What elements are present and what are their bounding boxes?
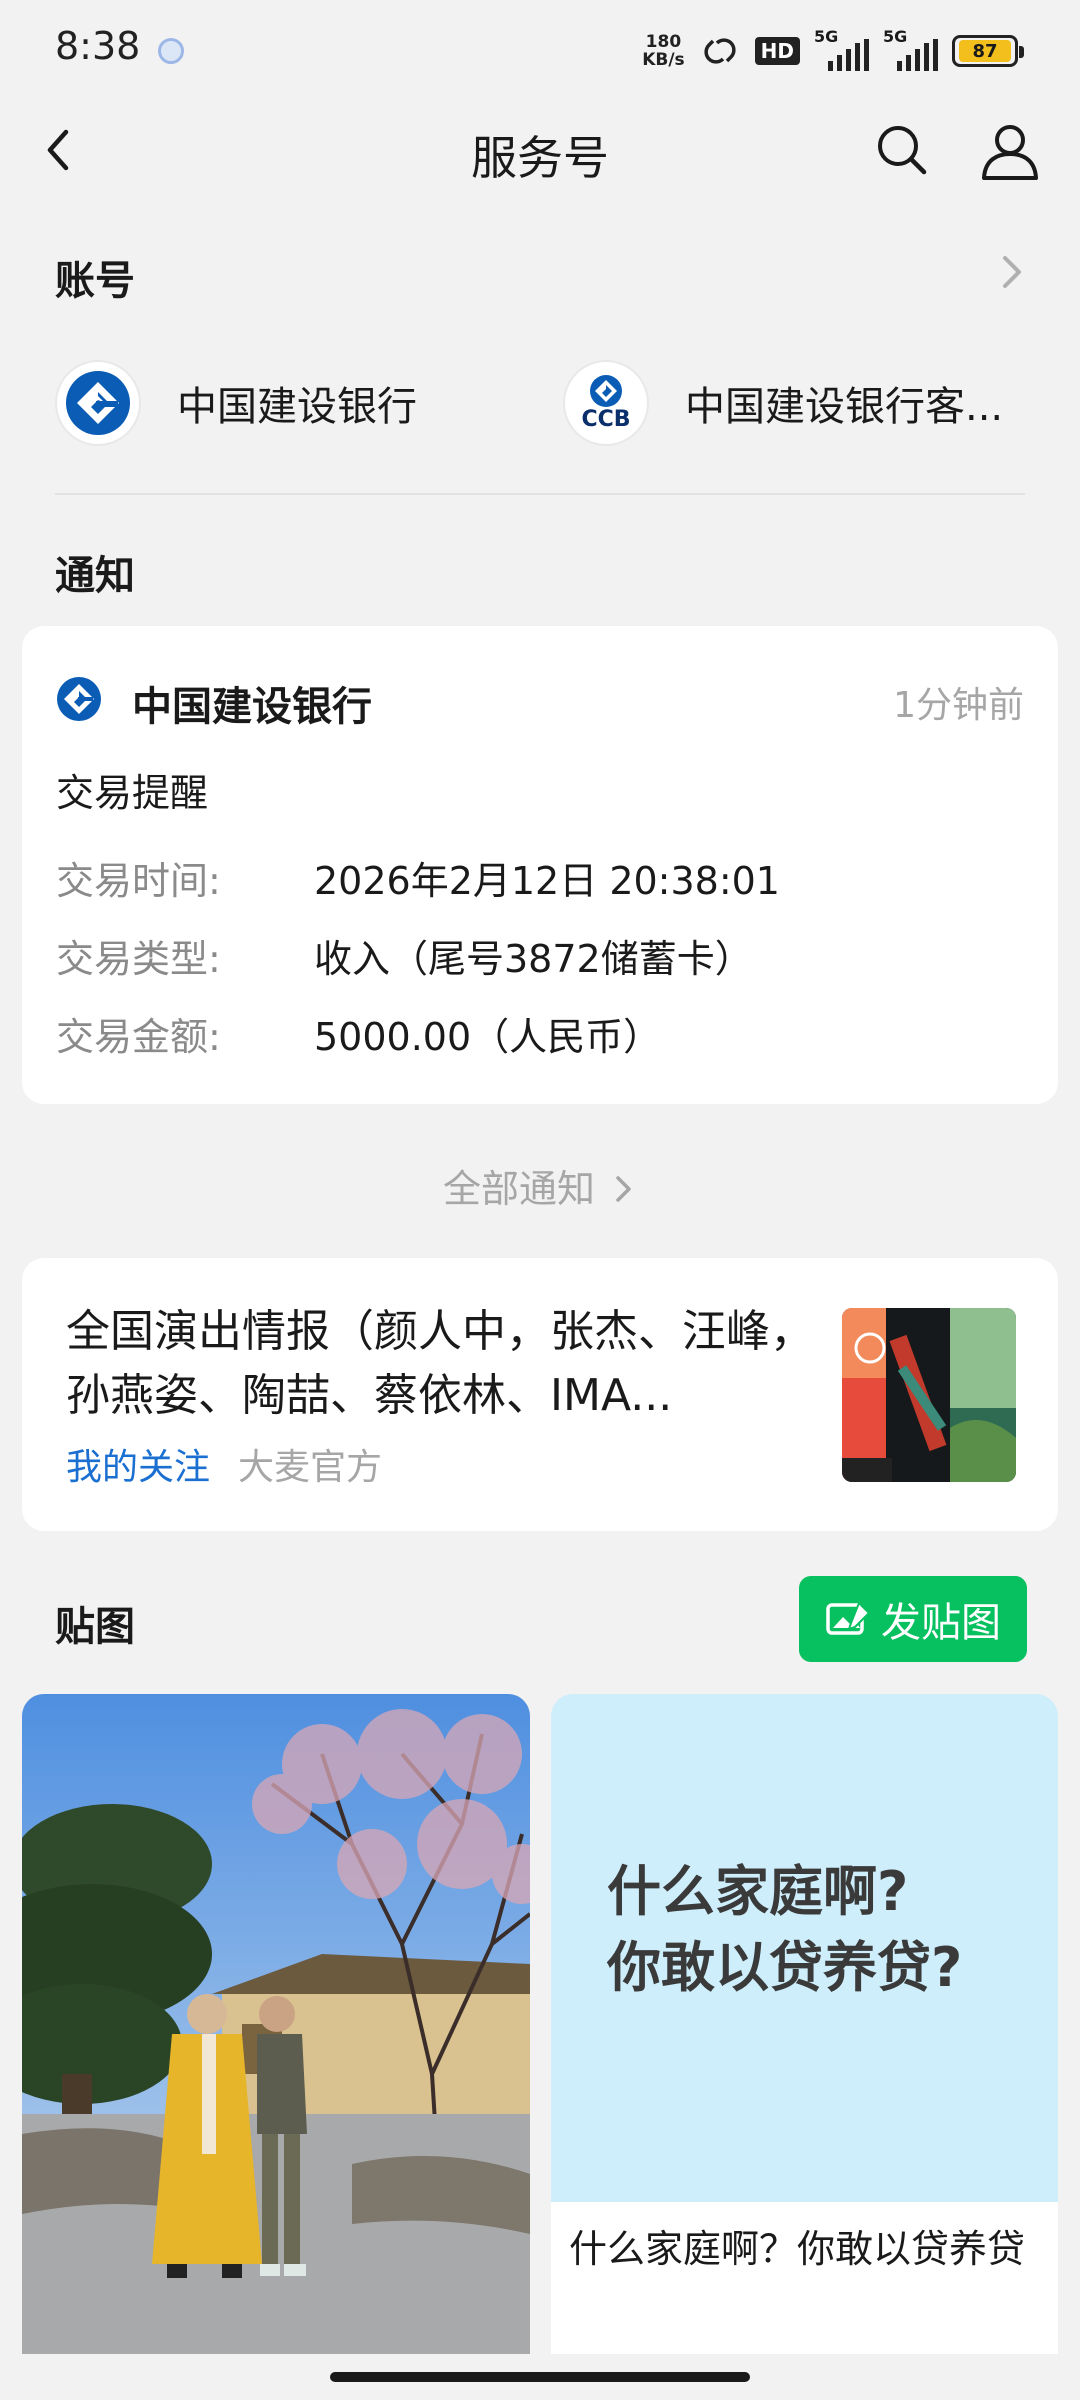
accounts-section-title: 账号 bbox=[55, 258, 135, 304]
post-sticker-button[interactable]: 发贴图 bbox=[799, 1576, 1027, 1662]
status-time: 8:38 bbox=[55, 24, 141, 68]
notification-sender: 中国建设银行 bbox=[132, 684, 372, 730]
status-bar: 8:38 180 KB/s HD 5G 5G 87 bbox=[0, 0, 1080, 100]
signal-type-2: 5G bbox=[883, 27, 908, 46]
chevron-right-icon bbox=[616, 1176, 631, 1202]
post-sticker-label: 发贴图 bbox=[881, 1600, 1001, 1646]
ccb-logo-icon bbox=[590, 375, 622, 407]
signal-type-1: 5G bbox=[814, 27, 839, 46]
network-speed: 180 KB/s bbox=[642, 33, 684, 69]
hd-voice-icon: HD bbox=[754, 37, 800, 65]
signal-icon-1: 5G bbox=[814, 27, 869, 71]
notification-row: 交易金额: 5000.00（人民币） bbox=[56, 1006, 661, 1061]
account-name: 中国建设银行客... bbox=[685, 384, 1004, 430]
all-notifications-link[interactable]: 全部通知 bbox=[0, 1158, 1080, 1213]
article-card[interactable]: 全国演出情报（颜人中，张杰、汪峰，孙燕姿、陶喆、蔡依林、IMA... 我的关注 … bbox=[22, 1258, 1058, 1531]
notification-app-icon bbox=[158, 38, 184, 64]
article-thumbnail-image bbox=[842, 1308, 1016, 1482]
search-icon[interactable] bbox=[870, 118, 934, 182]
account-item-ccb[interactable]: 中国建设银行 bbox=[55, 358, 417, 448]
account-name: 中国建设银行 bbox=[177, 384, 417, 430]
battery-icon: 87 bbox=[952, 35, 1024, 67]
article-thumbnail bbox=[842, 1308, 1016, 1482]
row-label: 交易类型: bbox=[56, 937, 221, 981]
nav-bar: 服务号 bbox=[0, 100, 1080, 200]
all-notifications-label: 全部通知 bbox=[442, 1167, 595, 1211]
ccb-logo-icon bbox=[66, 371, 130, 435]
image-post-icon bbox=[826, 1601, 871, 1635]
notifications-section-title: 通知 bbox=[55, 553, 135, 599]
sticker-photo-image bbox=[22, 1694, 530, 2354]
row-label: 交易金额: bbox=[56, 1015, 221, 1059]
user-icon[interactable] bbox=[975, 118, 1045, 182]
notification-title: 交易提醒 bbox=[56, 771, 209, 815]
sticker-big-text: 什么家庭啊? 你敢以贷养贷? bbox=[607, 1854, 962, 2006]
stickers-section-title: 贴图 bbox=[55, 1604, 135, 1650]
row-value: 2026年2月12日 20:38:01 bbox=[314, 859, 780, 903]
ccb-logo-icon bbox=[57, 677, 101, 721]
battery-level: 87 bbox=[959, 40, 1011, 62]
signal-icon-2: 5G bbox=[883, 27, 938, 71]
notification-card[interactable]: 中国建设银行 1分钟前 交易提醒 交易时间: 2026年2月12日 20:38:… bbox=[22, 626, 1058, 1104]
network-speed-value: 180 bbox=[645, 32, 682, 52]
sticker-caption: 什么家庭啊？你敢以贷养贷 bbox=[569, 2227, 1026, 2271]
row-value: 5000.00（人民币） bbox=[314, 1015, 662, 1059]
sticker-text-card[interactable]: 什么家庭啊? 你敢以贷养贷? 什么家庭啊？你敢以贷养贷 bbox=[551, 1694, 1058, 2354]
notification-row: 交易类型: 收入（尾号3872储蓄卡） bbox=[56, 928, 753, 983]
sticker-photo[interactable] bbox=[22, 1694, 530, 2354]
ccb-logo-text: CCB bbox=[581, 407, 631, 432]
notification-row: 交易时间: 2026年2月12日 20:38:01 bbox=[56, 850, 780, 905]
link-icon bbox=[704, 38, 736, 64]
account-item-ccb-service[interactable]: CCB 中国建设银行客... bbox=[563, 358, 1003, 448]
section-divider bbox=[55, 493, 1025, 495]
sticker-big-line-2: 你敢以贷养贷? bbox=[607, 1936, 963, 1999]
row-label: 交易时间: bbox=[56, 859, 221, 903]
row-value: 收入（尾号3872储蓄卡） bbox=[314, 937, 753, 981]
ccb-service-logo: CCB bbox=[563, 360, 649, 446]
sticker-big-line-1: 什么家庭啊? bbox=[607, 1860, 909, 1923]
tag-following: 我的关注 bbox=[66, 1447, 211, 1488]
home-indicator[interactable] bbox=[330, 2372, 750, 2382]
sticker-text-image: 什么家庭啊? 你敢以贷养贷? bbox=[551, 1694, 1058, 2202]
status-icons: 180 KB/s HD 5G 5G 87 bbox=[642, 26, 1024, 76]
tag-source: 大麦官方 bbox=[238, 1447, 383, 1488]
article-title: 全国演出情报（颜人中，张杰、汪峰，孙燕姿、陶喆、蔡依林、IMA... bbox=[66, 1306, 814, 1421]
notification-time: 1分钟前 bbox=[893, 685, 1024, 726]
ccb-logo bbox=[55, 360, 141, 446]
network-speed-unit: KB/s bbox=[642, 50, 685, 70]
chevron-right-icon[interactable] bbox=[995, 250, 1029, 294]
